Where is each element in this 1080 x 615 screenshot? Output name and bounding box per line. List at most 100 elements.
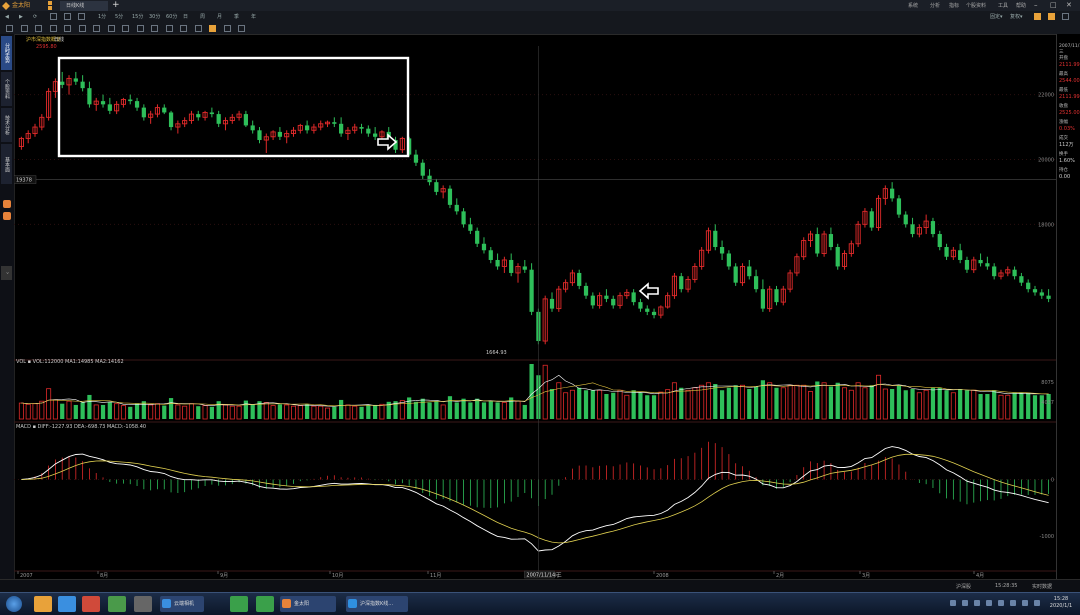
- draw-mark-icon[interactable]: [151, 25, 158, 32]
- fix-dropdown[interactable]: 固定▾: [990, 12, 1003, 22]
- sidebar-tab-timeshare[interactable]: 分时走势: [1, 36, 12, 70]
- taskbar-app4-icon[interactable]: [230, 596, 248, 612]
- volume-bar: [651, 395, 657, 419]
- draw-pointer-icon[interactable]: [6, 25, 13, 32]
- candle-body: [366, 128, 371, 134]
- title-menu-item[interactable]: 个股资料: [966, 2, 986, 9]
- draw-fib-icon[interactable]: [122, 25, 129, 32]
- period-button[interactable]: 日: [183, 12, 188, 22]
- period-button[interactable]: 5分: [115, 12, 123, 22]
- period-button[interactable]: 30分: [149, 12, 160, 22]
- taskbar-window-0[interactable]: 金太阳: [280, 596, 336, 612]
- period-button[interactable]: 1分: [98, 12, 106, 22]
- period-button[interactable]: 季: [234, 12, 239, 22]
- draw-down-arrow-icon[interactable]: [180, 25, 187, 32]
- taskbar-app5-icon[interactable]: [256, 596, 274, 612]
- volume-bar: [141, 401, 146, 419]
- draw-lock-icon[interactable]: [209, 25, 216, 32]
- taskbar-window-2[interactable]: 沪深指数K线...: [346, 596, 408, 612]
- volume-bar: [52, 399, 58, 420]
- taskbar-window-1[interactable]: 云端相机: [160, 596, 204, 612]
- layout-icon[interactable]: [1062, 13, 1069, 20]
- sidebar-tab-technical[interactable]: 技术分析: [1, 108, 12, 142]
- high-price-mark: 2595.80: [36, 44, 57, 50]
- title-menu-item[interactable]: 指标: [949, 2, 959, 9]
- period-button[interactable]: 15分: [132, 12, 143, 22]
- period-button[interactable]: 月: [217, 12, 222, 22]
- grid-menu-icon[interactable]: [48, 1, 57, 20]
- draw-segment-icon[interactable]: [49, 25, 57, 32]
- tray-network-icon[interactable]: [1022, 600, 1028, 606]
- taskbar-app2-icon[interactable]: [108, 596, 126, 612]
- tray-ime-icon[interactable]: [1034, 600, 1040, 606]
- sidebar-orange-icon-1[interactable]: [3, 200, 11, 208]
- title-menu-item[interactable]: 系统: [908, 2, 918, 9]
- candle-body: [168, 112, 174, 128]
- back-icon[interactable]: ◀: [5, 12, 9, 22]
- sidebar-tab-fundamental[interactable]: 基本面: [1, 144, 12, 184]
- candle-body: [577, 272, 582, 286]
- volume-bar: [890, 389, 895, 419]
- period-button[interactable]: 年: [251, 12, 256, 22]
- tab-kline[interactable]: 日线K线: [60, 1, 108, 11]
- volume-bar: [923, 389, 929, 420]
- sidebar-orange-icon-2[interactable]: [3, 212, 11, 220]
- draw-delete-icon[interactable]: [223, 25, 231, 32]
- tray-icon-1[interactable]: [950, 600, 956, 606]
- volume-bar: [461, 398, 466, 419]
- new-tab-icon[interactable]: +: [112, 0, 120, 11]
- tray-icon-4[interactable]: [986, 600, 992, 606]
- refresh-icon[interactable]: ⟳: [33, 12, 37, 22]
- taskbar-app-icon[interactable]: [82, 596, 100, 612]
- tray-volume-icon[interactable]: [1010, 600, 1016, 606]
- minimize-icon[interactable]: –: [1034, 1, 1038, 10]
- forward-icon[interactable]: ▶: [19, 12, 23, 22]
- save-icon[interactable]: [50, 13, 57, 20]
- volume-bar: [944, 390, 949, 419]
- volume-bar: [373, 404, 378, 419]
- draw-up-arrow-icon[interactable]: [165, 25, 173, 32]
- kline-chart[interactable]: 沪市深指数概览日线2595.80193781664.93VOL ▪ VOL:11…: [14, 34, 1056, 592]
- adjust-dropdown[interactable]: 复权▾: [1010, 12, 1023, 22]
- draw-text-icon[interactable]: [136, 25, 144, 32]
- app-logo[interactable]: 金太阳: [2, 1, 42, 10]
- volume-bar: [447, 396, 453, 419]
- volume-bar: [848, 389, 854, 420]
- period-button[interactable]: 60分: [166, 12, 177, 22]
- os-taskbar: 云端相机 金太阳 沪深指数K线... 15:28 2020/1/1: [0, 592, 1080, 615]
- close-icon[interactable]: ✕: [1066, 1, 1072, 10]
- settings-icon[interactable]: [1034, 13, 1041, 20]
- volume-bar: [930, 387, 936, 419]
- candle-body: [869, 211, 874, 228]
- volume-bar: [134, 403, 140, 419]
- title-menu-item[interactable]: 帮助: [1016, 2, 1026, 9]
- start-button[interactable]: [6, 596, 22, 612]
- draw-channel-icon[interactable]: [64, 25, 71, 32]
- lock-icon[interactable]: [1048, 13, 1055, 20]
- draw-ellipse-icon[interactable]: [93, 25, 100, 32]
- open-icon[interactable]: [64, 13, 71, 20]
- tray-icon-3[interactable]: [974, 600, 980, 606]
- candle-body: [475, 230, 480, 244]
- draw-arc-icon[interactable]: [107, 25, 115, 32]
- sidebar-collapse-icon[interactable]: ›: [1, 266, 12, 280]
- sidebar-tab-profile[interactable]: 个股资料: [1, 72, 12, 106]
- candle-body: [1032, 289, 1038, 293]
- draw-ray-icon[interactable]: [35, 25, 42, 32]
- period-button[interactable]: 周: [200, 12, 205, 22]
- title-menu-item[interactable]: 分析: [930, 2, 940, 9]
- draw-line-icon[interactable]: [20, 25, 28, 32]
- taskbar-app3-icon[interactable]: [134, 596, 152, 612]
- title-menu-item[interactable]: 工具: [998, 2, 1008, 9]
- draw-export-icon[interactable]: [238, 25, 245, 32]
- taskbar-browser-icon[interactable]: [58, 596, 76, 612]
- maximize-icon[interactable]: □: [1050, 1, 1057, 10]
- draw-erase-icon[interactable]: [194, 25, 202, 32]
- draw-rect-icon[interactable]: [78, 25, 86, 32]
- zoom-icon[interactable]: [78, 13, 85, 20]
- tray-icon-5[interactable]: [998, 600, 1004, 606]
- volume-bar: [774, 387, 779, 419]
- taskbar-clock[interactable]: 15:28 2020/1/1: [1046, 596, 1076, 610]
- tray-icon-2[interactable]: [962, 600, 968, 606]
- taskbar-folder-icon[interactable]: [34, 596, 52, 612]
